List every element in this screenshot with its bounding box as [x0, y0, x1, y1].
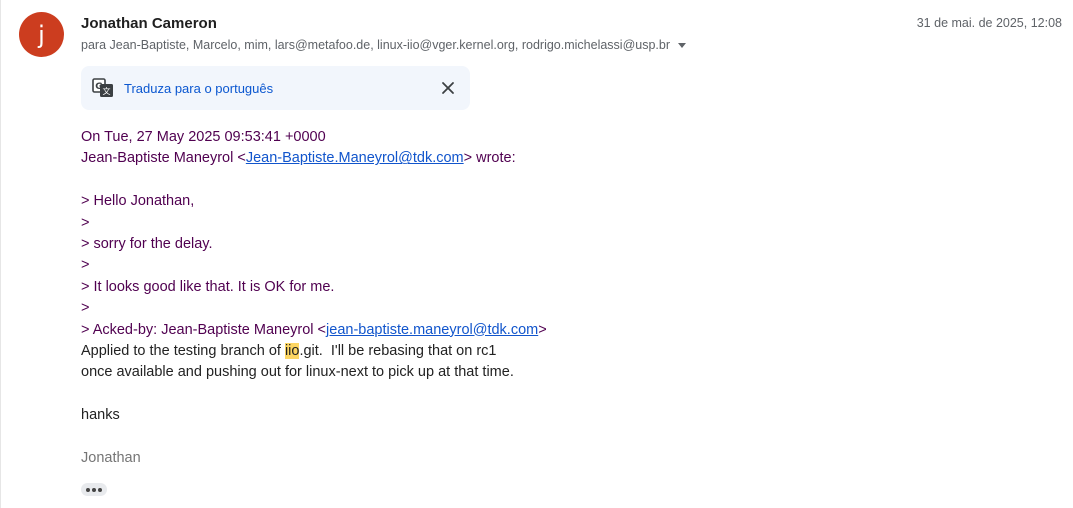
quote-line: >	[81, 300, 90, 317]
ellipsis-dot-icon	[98, 487, 102, 492]
ellipsis-dot-icon	[92, 487, 96, 492]
show-trimmed-content-button[interactable]	[81, 483, 107, 496]
recipients-text: para Jean-Baptiste, Marcelo, mim, lars@m…	[81, 38, 671, 52]
applied-line: Applied to the testing branch of iio.git…	[81, 341, 981, 362]
signature: Jonathan	[81, 449, 141, 466]
sender-name[interactable]: Jonathan Cameron	[81, 15, 217, 32]
avatar[interactable]: j	[19, 12, 64, 57]
available-line: once available and pushing out for linux…	[81, 364, 514, 381]
quote-header-suffix: > wrote:	[463, 150, 516, 167]
quote-header-author: Jean-Baptiste Maneyrol <Jean-Baptiste.Ma…	[81, 148, 981, 169]
recipients-line: para Jean-Baptiste, Marcelo, mim, lars@m…	[81, 38, 687, 52]
show-details-chevron-icon[interactable]	[678, 42, 687, 48]
quote-header-prefix: Jean-Baptiste Maneyrol <	[81, 150, 246, 167]
translate-banner: G 文 Traduza para o português	[81, 66, 470, 110]
translate-icon: G 文	[92, 78, 113, 97]
message-date[interactable]: 31 de mai. de 2025, 12:08	[917, 16, 1062, 30]
quote-line: > sorry for the delay.	[81, 235, 213, 252]
search-highlight: iio	[284, 342, 300, 359]
close-icon[interactable]	[440, 80, 456, 96]
author-email-link[interactable]: Jean-Baptiste.Maneyrol@tdk.com	[246, 150, 464, 166]
avatar-letter: j	[38, 20, 45, 49]
quote-line: > Hello Jonathan,	[81, 193, 195, 210]
quote-header-date: On Tue, 27 May 2025 09:53:41 +0000	[81, 129, 326, 145]
acked-prefix: > Acked-by: Jean-Baptiste Maneyrol <	[81, 321, 327, 338]
applied-prefix: Applied to the testing branch of	[81, 342, 285, 359]
ellipsis-dot-icon	[86, 487, 90, 492]
thanks-line: hanks	[81, 407, 120, 424]
quote-line: > It looks good like that. It is OK for …	[81, 278, 335, 295]
acked-by-line: > Acked-by: Jean-Baptiste Maneyrol <jean…	[81, 320, 981, 341]
quote-line: >	[81, 214, 90, 231]
acked-email-link[interactable]: jean-baptiste.maneyrol@tdk.com	[326, 322, 538, 338]
left-border	[0, 0, 1, 508]
svg-text:文: 文	[103, 86, 111, 96]
translate-link[interactable]: Traduza para o português	[124, 81, 273, 96]
acked-suffix: >	[538, 321, 547, 338]
message-body: On Tue, 27 May 2025 09:53:41 +0000 Jean-…	[81, 127, 981, 469]
applied-suffix: .git. I'll be rebasing that on rc1	[299, 342, 497, 359]
quote-line: >	[81, 257, 90, 274]
